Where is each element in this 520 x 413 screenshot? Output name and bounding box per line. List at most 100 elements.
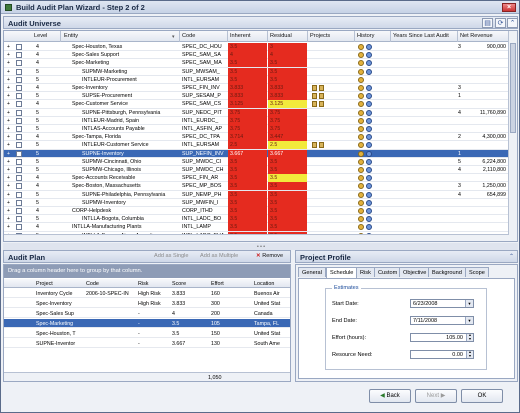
row-expander-icon[interactable]: + xyxy=(7,192,10,198)
title-bar[interactable]: Build Audit Plan Wizard - Step 2 of 2 × xyxy=(1,1,519,14)
row-checkbox[interactable] xyxy=(16,52,22,59)
project-folder-icon[interactable] xyxy=(312,142,317,149)
row-checkbox[interactable] xyxy=(16,109,22,116)
splitter[interactable]: • • • xyxy=(3,243,518,250)
row-expander-icon[interactable]: + xyxy=(7,134,10,140)
spinner-icon[interactable]: ▲ ▼ xyxy=(466,350,473,358)
table-row[interactable]: Spec-Marketing - 3.5 105 Tampa, FL xyxy=(4,319,290,328)
table-row[interactable]: +4 Spec-Houston, Texas SPEC_DC_HOU 3.5 3 3 900… xyxy=(4,43,509,52)
ap-col-risk[interactable]: Risk xyxy=(138,281,148,287)
history-finding-icon[interactable] xyxy=(366,126,372,132)
history-finding-icon[interactable] xyxy=(366,224,372,231)
col-projects[interactable]: Projects xyxy=(310,33,330,39)
table-row[interactable]: Inventory Cycle 2006-10-SPEC-IN High Risk 3… xyxy=(4,289,290,298)
history-audit-icon[interactable] xyxy=(358,175,364,182)
table-row[interactable]: +5 SUPMW-Inventory SUP_MWFIN_I 3.5 3.5 xyxy=(4,198,509,207)
tab-schedule[interactable]: Schedule xyxy=(326,267,358,278)
ok-button[interactable]: OK xyxy=(461,389,503,403)
project-folder-icon[interactable] xyxy=(319,93,324,100)
row-checkbox[interactable] xyxy=(16,68,22,75)
history-audit-icon[interactable] xyxy=(358,117,364,124)
row-checkbox[interactable] xyxy=(16,208,22,214)
col-history[interactable]: History xyxy=(357,33,374,39)
history-audit-icon[interactable] xyxy=(358,60,364,67)
history-audit-icon[interactable] xyxy=(358,68,364,75)
history-finding-icon[interactable] xyxy=(366,191,372,198)
row-expander-icon[interactable]: + xyxy=(7,167,10,173)
group-by-area[interactable]: Drag a column header here to group by th… xyxy=(4,265,290,278)
remove-button[interactable]: ✕ Remove xyxy=(256,253,283,262)
tab-objective[interactable]: Objective xyxy=(399,267,431,277)
row-checkbox[interactable] xyxy=(16,117,22,124)
history-audit-icon[interactable] xyxy=(358,44,364,50)
history-audit-icon[interactable] xyxy=(358,134,364,141)
table-row[interactable]: +5 SUPMW-Marketing SUP_MWSAM_ 3.5 3.5 xyxy=(4,67,509,76)
row-expander-icon[interactable]: + xyxy=(7,118,10,124)
audit-universe-grid[interactable]: Level Entity ▾ Code Inherent Residual Pr… xyxy=(3,30,518,242)
ap-col-score[interactable]: Score xyxy=(172,281,186,287)
history-audit-icon[interactable] xyxy=(358,93,364,100)
table-row[interactable]: +5 SUPSE-Procurement SUP_SESAM_P 3.833 3.833… xyxy=(4,92,509,101)
row-checkbox[interactable] xyxy=(16,199,22,206)
row-checkbox[interactable] xyxy=(16,44,22,50)
back-button[interactable]: ◀ Back xyxy=(369,389,411,403)
history-audit-icon[interactable] xyxy=(358,199,364,206)
row-checkbox[interactable] xyxy=(16,134,22,141)
row-expander-icon[interactable]: + xyxy=(7,44,10,50)
history-finding-icon[interactable] xyxy=(366,68,372,75)
row-expander-icon[interactable]: + xyxy=(7,200,10,206)
tab-background[interactable]: Background xyxy=(428,267,466,277)
row-checkbox[interactable] xyxy=(16,167,22,173)
col-entity[interactable]: Entity xyxy=(64,33,78,39)
row-expander-icon[interactable]: + xyxy=(7,142,10,148)
history-audit-icon[interactable] xyxy=(358,85,364,91)
row-checkbox[interactable] xyxy=(16,158,22,165)
col-years-since-audit[interactable]: Years Since Last Audit xyxy=(393,33,449,39)
row-expander-icon[interactable]: + xyxy=(7,216,10,222)
row-expander-icon[interactable]: + xyxy=(7,77,10,83)
history-audit-icon[interactable] xyxy=(358,52,364,59)
history-finding-icon[interactable] xyxy=(366,117,372,124)
row-checkbox[interactable] xyxy=(16,191,22,198)
next-button[interactable]: Next ▶ xyxy=(415,389,457,403)
row-expander-icon[interactable]: + xyxy=(7,60,10,66)
ap-col-location[interactable]: Location xyxy=(254,281,274,287)
splitter-grip-icon[interactable]: • • • xyxy=(253,244,269,250)
audit-plan-grid[interactable]: Drag a column header here to group by th… xyxy=(3,264,291,382)
row-checkbox[interactable] xyxy=(16,101,22,108)
history-finding-icon[interactable] xyxy=(366,52,372,59)
history-audit-icon[interactable] xyxy=(358,126,364,132)
table-row[interactable]: +4 Spec-Tampa, Florida SPEC_DC_TPA 3.714 3.4… xyxy=(4,133,509,142)
row-expander-icon[interactable]: + xyxy=(7,151,10,157)
row-checkbox[interactable] xyxy=(16,175,22,182)
table-row[interactable]: +5 SUPNE-Philadelphia, Pennsylvania SUP_NE… xyxy=(4,190,509,199)
row-expander-icon[interactable]: + xyxy=(7,69,10,75)
tab-scope[interactable]: Scope xyxy=(465,267,489,277)
history-audit-icon[interactable] xyxy=(358,158,364,165)
history-finding-icon[interactable] xyxy=(366,175,372,182)
table-row[interactable]: +5 SUPNE-Pittsburgh, Pennsylvania SUP_NEDC… xyxy=(4,108,509,117)
col-inherent[interactable]: Inherent xyxy=(230,33,251,39)
close-icon[interactable]: × xyxy=(502,3,516,12)
end-date-field[interactable]: 7/11/2008 ▼ xyxy=(410,316,474,325)
row-expander-icon[interactable]: + xyxy=(7,101,10,107)
row-checkbox[interactable] xyxy=(16,183,22,190)
row-checkbox[interactable] xyxy=(16,60,22,67)
project-folder-icon[interactable] xyxy=(312,101,317,108)
table-row[interactable]: Spec-Sales Sup - 4 200 Canada xyxy=(4,309,290,318)
row-expander-icon[interactable]: + xyxy=(7,52,10,58)
table-row[interactable]: +4 Spec-Boston, Massachusetts SPEC_MP_BOS 3… xyxy=(4,182,509,191)
history-finding-icon[interactable] xyxy=(366,85,372,91)
col-level[interactable]: Level xyxy=(34,33,47,39)
start-date-field[interactable]: 6/23/2008 ▼ xyxy=(410,299,474,308)
project-folder-icon[interactable] xyxy=(319,101,324,108)
filter-icon[interactable]: ▾ xyxy=(172,34,176,40)
row-checkbox[interactable] xyxy=(16,126,22,132)
row-checkbox[interactable] xyxy=(16,150,22,157)
collapse-icon[interactable]: ⌃ xyxy=(507,18,518,28)
row-expander-icon[interactable]: + xyxy=(7,183,10,189)
tab-risk[interactable]: Risk xyxy=(356,267,375,277)
history-audit-icon[interactable] xyxy=(358,191,364,198)
row-expander-icon[interactable]: + xyxy=(7,110,10,116)
history-finding-icon[interactable] xyxy=(366,142,372,149)
